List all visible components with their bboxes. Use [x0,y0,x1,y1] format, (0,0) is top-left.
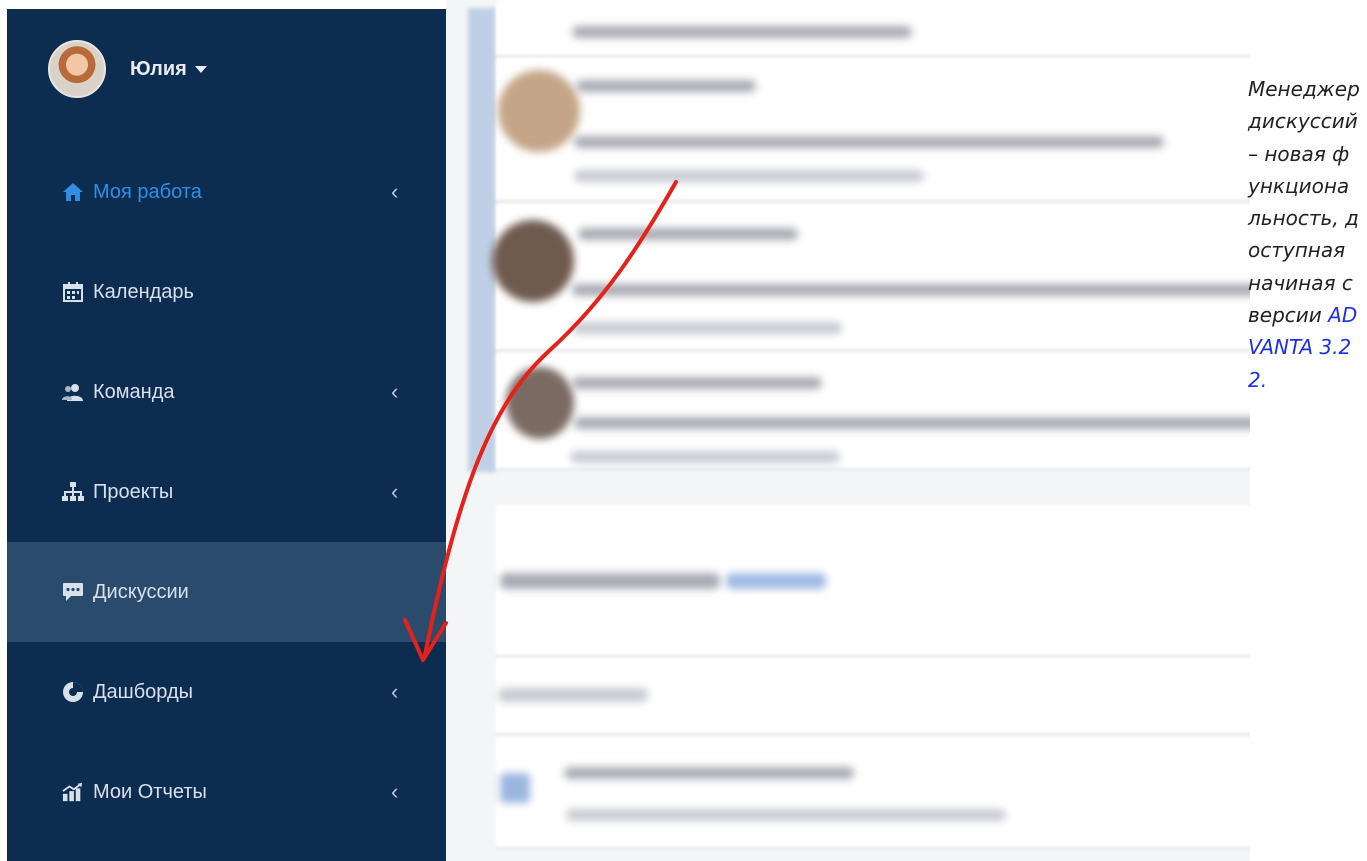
sidebar: Юлия Моя работа ‹ Календарь Команда ‹ Пр… [7,9,446,861]
chevron-left-icon[interactable]: ‹ [391,381,398,403]
user-name[interactable]: Юлия [130,58,187,81]
chevron-left-icon[interactable]: ‹ [391,181,398,203]
sidebar-item-label: Календарь [93,280,194,303]
sidebar-item-my-work[interactable]: Моя работа ‹ [7,142,446,242]
sidebar-item-label: Проекты [93,480,174,503]
list-item[interactable] [496,58,1250,202]
section-card[interactable] [496,737,1250,849]
team-icon [62,381,84,403]
blurred-discussion-list [446,0,1250,861]
section-card[interactable] [496,658,1250,735]
chevron-left-icon[interactable]: ‹ [391,481,398,503]
chevron-left-icon[interactable]: ‹ [391,781,398,803]
sidebar-item-projects[interactable]: Проекты ‹ [7,442,446,542]
note-text: Менеджер дискуссий – новая функционально… [1248,77,1360,328]
sidebar-item-label: Команда [93,380,175,403]
sidebar-item-team[interactable]: Команда ‹ [7,342,446,442]
sidebar-item-dashboards[interactable]: Дашборды ‹ [7,642,446,742]
list-item[interactable] [496,0,1250,57]
chevron-left-icon[interactable]: ‹ [391,681,398,703]
bar-chart-icon [62,781,84,803]
pie-chart-icon [62,681,84,703]
list-item[interactable] [492,204,1250,351]
avatar[interactable] [48,40,106,98]
section-card[interactable] [496,505,1250,657]
sidebar-item-label: Мои Отчеты [93,780,207,803]
sidebar-item-label: Дискуссии [93,580,189,603]
sidebar-item-label: Дашборды [93,680,193,703]
chat-icon [62,581,84,603]
list-item[interactable] [496,353,1250,470]
caret-down-icon[interactable] [194,65,207,73]
sidebar-item-label: Моя работа [93,180,202,203]
list-strip [468,8,496,472]
sidebar-item-discussions[interactable]: Дискуссии [7,542,446,642]
sitemap-icon [62,481,84,503]
user-menu[interactable]: Юлия [7,9,446,129]
calendar-icon [62,281,84,303]
feature-note: Менеджер дискуссий – новая функционально… [1248,73,1360,396]
sidebar-item-my-reports[interactable]: Мои Отчеты ‹ [7,742,446,842]
sidebar-item-calendar[interactable]: Календарь [7,242,446,342]
home-icon [62,181,84,203]
